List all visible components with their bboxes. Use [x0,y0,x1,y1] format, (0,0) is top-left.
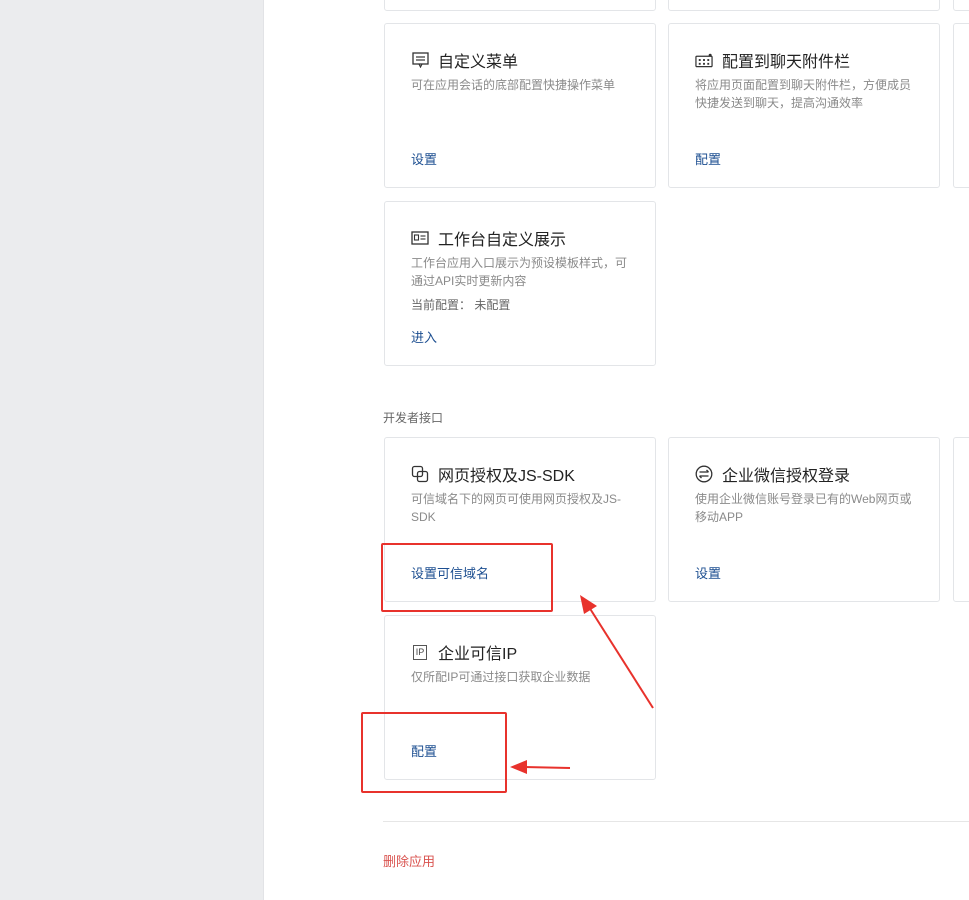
card-description: 使用企业微信账号登录已有的Web网页或移动APP [695,492,912,524]
card-partial-top-right [668,0,940,11]
card-description: 可在应用会话的底部配置快捷操作菜单 [411,78,616,92]
card-description: 可信域名下的网页可使用网页授权及JS-SDK [411,492,622,524]
card-title: 自定义菜单 [438,54,519,71]
custom-menu-settings-link[interactable]: 设置 [411,149,437,168]
card-description: 将应用页面配置到聊天附件栏，方便成员快捷发送到聊天，提高沟通效率 [695,78,912,110]
card-description: 工作台应用入口展示为预设模板样式，可通过API实时更新内容 [411,256,628,288]
card-custom-menu: 自定义菜单 可在应用会话的底部配置快捷操作菜单 设置 [384,23,656,188]
menu-icon [411,51,429,69]
left-sidebar [0,0,264,900]
card-wecom-login: 企业微信授权登录 使用企业微信账号登录已有的Web网页或移动APP 设置 [668,437,940,602]
config-status: 当前配置： 未配置 [411,298,511,312]
login-icon [695,465,713,483]
section-title-developer-api: 开发者接口 [383,411,444,425]
card-title: 配置到聊天附件栏 [722,54,851,71]
keyboard-icon [695,51,713,69]
ip-icon: IP [411,643,429,661]
wecom-login-settings-link[interactable]: 设置 [695,563,721,582]
workbench-enter-link[interactable]: 进入 [411,327,437,346]
card-description: 仅所配IP可通过接口获取企业数据 [411,670,591,684]
card-title: 网页授权及JS-SDK [438,468,575,485]
chat-attachment-config-link[interactable]: 配置 [695,149,721,168]
card-chat-attachment: 配置到聊天附件栏 将应用页面配置到聊天附件栏，方便成员快捷发送到聊天，提高沟通效… [668,23,940,188]
card-partial-right-1 [953,0,969,11]
footer-divider [383,821,969,822]
highlight-box-trusted-domain [381,543,553,612]
card-title: 企业微信授权登录 [722,468,851,485]
link-squares-icon [411,465,429,483]
highlight-box-trusted-ip [361,712,507,793]
card-partial-right-2 [953,23,969,188]
card-display-icon [411,229,429,247]
card-title: 企业可信IP [438,646,518,663]
card-workbench-display: 工作台自定义展示 工作台应用入口展示为预设模板样式，可通过API实时更新内容 当… [384,201,656,366]
delete-app-link[interactable]: 删除应用 [383,851,435,870]
card-partial-right-3 [953,437,969,602]
card-title: 工作台自定义展示 [438,232,567,249]
card-partial-top-left [384,0,656,11]
